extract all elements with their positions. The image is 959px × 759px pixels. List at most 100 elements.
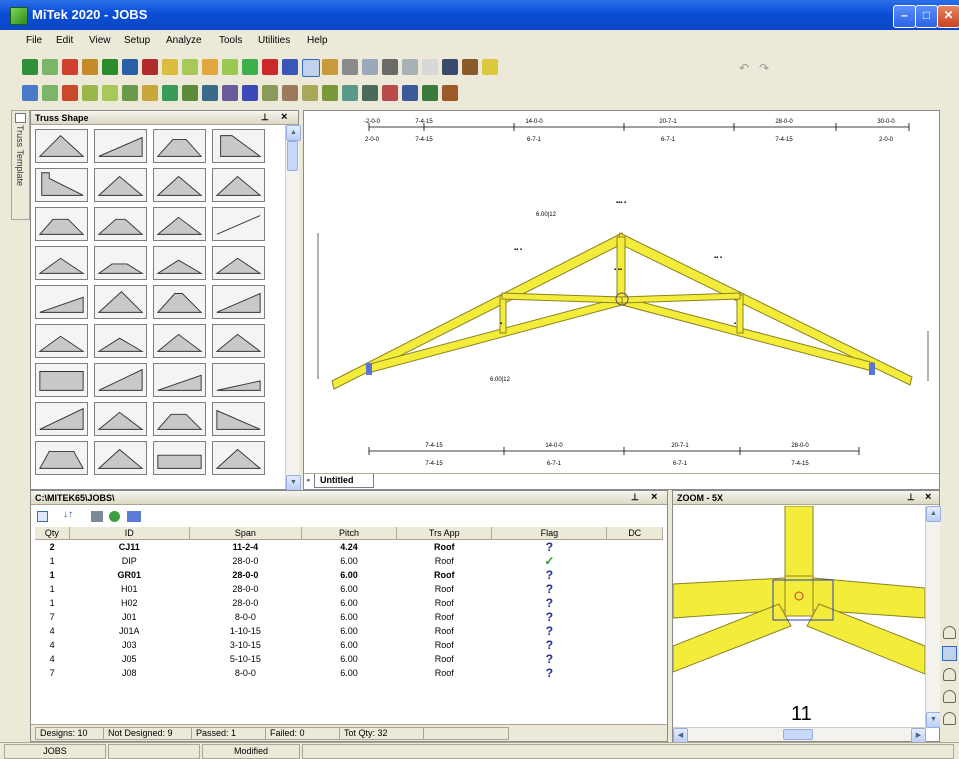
load-icon[interactable]: [102, 85, 118, 101]
scroll-thumb[interactable]: [287, 141, 298, 171]
menu-setup[interactable]: Setup: [124, 35, 150, 46]
truss-shape-option[interactable]: [212, 168, 265, 202]
print-list-icon[interactable]: [127, 511, 141, 522]
person-tool-icon[interactable]: [122, 59, 138, 75]
layout-icon[interactable]: [22, 85, 38, 101]
close-button[interactable]: ✕: [937, 5, 959, 28]
truss-shape-option[interactable]: [35, 246, 88, 280]
column-header[interactable]: DC: [606, 527, 663, 540]
house-tool-icon[interactable]: [322, 59, 338, 75]
zoom-view[interactable]: 11: [673, 506, 925, 728]
truss-shape-option[interactable]: [35, 168, 88, 202]
truss-shape-option[interactable]: [94, 129, 147, 163]
zoom-vscroll[interactable]: ▲ ▼: [925, 506, 941, 728]
truss-shape-option[interactable]: [153, 129, 206, 163]
menu-help[interactable]: Help: [307, 35, 328, 46]
truss-shape-option[interactable]: [94, 246, 147, 280]
truss-shape-option[interactable]: [153, 402, 206, 436]
hip-tool-icon[interactable]: [82, 59, 98, 75]
zoom-scroll-down-icon[interactable]: ▼: [926, 712, 941, 728]
copy-icon[interactable]: [402, 59, 418, 75]
analysis-icon[interactable]: [82, 85, 98, 101]
menu-utilities[interactable]: Utilities: [258, 35, 290, 46]
zoom-hscroll-thumb[interactable]: [783, 729, 813, 740]
column-header[interactable]: Qty: [35, 527, 70, 540]
truss-shape-option[interactable]: [94, 207, 147, 241]
down-arrow-icon[interactable]: [62, 85, 78, 101]
image-icon[interactable]: [382, 85, 398, 101]
table-row[interactable]: 4 J03 3-10-15 6.00 Roof?: [35, 638, 663, 652]
bearing-icon[interactable]: [182, 85, 198, 101]
truss-shape-option[interactable]: [212, 402, 265, 436]
truss-shape-option[interactable]: [35, 402, 88, 436]
zoom-close-icon[interactable]: ×: [925, 491, 931, 503]
truss-shape-option[interactable]: [35, 441, 88, 475]
truss-template-tab[interactable]: Truss Template: [11, 110, 30, 220]
gable-tool-icon[interactable]: [62, 59, 78, 75]
report-icon[interactable]: [302, 85, 318, 101]
truss-shape-option[interactable]: [153, 363, 206, 397]
user-icon[interactable]: [943, 626, 956, 639]
table-row[interactable]: 4 J05 5-10-15 6.00 Roof?: [35, 652, 663, 666]
truss-shape-option[interactable]: [153, 441, 206, 475]
truss-shape-option[interactable]: [94, 441, 147, 475]
truss-shape-option[interactable]: [35, 363, 88, 397]
user-icon[interactable]: [943, 668, 956, 681]
table-row[interactable]: 2 CJ11 11-2-4 4.24 Roof?: [35, 540, 663, 554]
truss-shape-option[interactable]: [212, 285, 265, 319]
menu-view[interactable]: View: [89, 35, 111, 46]
scroll-up-icon[interactable]: ▲: [286, 125, 301, 141]
user-icon[interactable]: [943, 712, 956, 725]
scissor-tool-icon[interactable]: [162, 59, 178, 75]
truss-shape-option[interactable]: [212, 324, 265, 358]
truss-shape-option[interactable]: [35, 285, 88, 319]
column-header[interactable]: Pitch: [301, 527, 398, 540]
menu-edit[interactable]: Edit: [56, 35, 73, 46]
color-icon[interactable]: [242, 85, 258, 101]
edit-pencil-icon[interactable]: [482, 59, 498, 75]
column-header[interactable]: Flag: [491, 527, 608, 540]
flat-tool-icon[interactable]: [202, 59, 218, 75]
truss-shape-option[interactable]: [212, 129, 265, 163]
truss-shape-option[interactable]: [94, 285, 147, 319]
bracing-icon[interactable]: [162, 85, 178, 101]
valley-tool-icon[interactable]: [102, 59, 118, 75]
truss-shape-option[interactable]: [94, 363, 147, 397]
user-selected-icon[interactable]: [942, 646, 957, 661]
column-header[interactable]: Span: [189, 527, 302, 540]
piggyback-icon[interactable]: [262, 85, 278, 101]
sort-icon[interactable]: ↓↑: [63, 509, 73, 520]
attic-tool-icon[interactable]: [142, 59, 158, 75]
truss-drawing-canvas[interactable]: -2-0-0 7-4-15 14-0-0 20-7-1 28-0-0 30-0-0 2-0-…: [303, 110, 940, 490]
export-icon[interactable]: [362, 85, 378, 101]
truss-shape-option[interactable]: [35, 207, 88, 241]
open-icon[interactable]: [342, 59, 358, 75]
menu-tools[interactable]: Tools: [219, 35, 242, 46]
table-row[interactable]: 1 DIP 28-0-0 6.00 Roof ✓: [35, 554, 663, 568]
zoom-scroll-up-icon[interactable]: ▲: [926, 506, 941, 522]
maximize-button[interactable]: □: [915, 5, 938, 28]
truss-shape-option[interactable]: [153, 207, 206, 241]
column-header[interactable]: Trs App: [396, 527, 493, 540]
truss-shape-option[interactable]: [153, 168, 206, 202]
person-walk-icon[interactable]: [462, 59, 478, 75]
scroll-down-icon[interactable]: ▼: [286, 475, 301, 491]
sheet-icon[interactable]: [322, 85, 338, 101]
zoom-pin-icon[interactable]: ⊥: [907, 492, 915, 503]
menu-analyze[interactable]: Analyze: [166, 35, 202, 46]
truss-shape-option[interactable]: [153, 324, 206, 358]
arrow-right-icon[interactable]: [422, 85, 438, 101]
table-row[interactable]: 7 J08 8-0-0 6.00 Roof?: [35, 666, 663, 680]
truss-shape-option[interactable]: [35, 129, 88, 163]
tab-untitled[interactable]: Untitled: [314, 474, 374, 488]
table-row[interactable]: 1 H02 28-0-0 6.00 Roof?: [35, 596, 663, 610]
truss-shape-option[interactable]: [212, 363, 265, 397]
save-disk-icon[interactable]: [402, 85, 418, 101]
table-row[interactable]: 1 H01 28-0-0 6.00 Roof?: [35, 582, 663, 596]
truss-shape-option[interactable]: [94, 324, 147, 358]
mono-tool-icon[interactable]: [182, 59, 198, 75]
truss-shape-option[interactable]: [153, 246, 206, 280]
table-row[interactable]: 4 J01A 1-10-15 6.00 Roof?: [35, 624, 663, 638]
member-icon[interactable]: [122, 85, 138, 101]
menu-file[interactable]: File: [26, 35, 42, 46]
